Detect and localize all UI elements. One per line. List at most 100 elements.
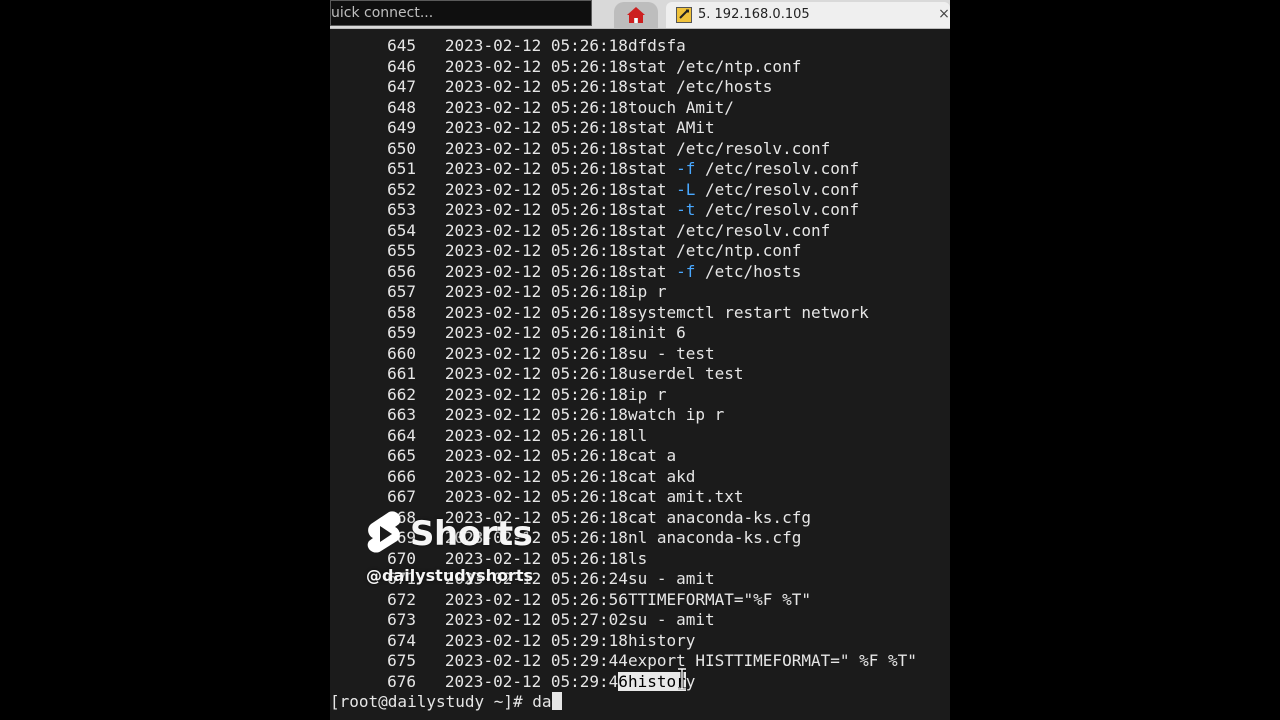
history-timestamp: 2023-02-12 05:26:18 <box>444 507 628 527</box>
history-number: 661 <box>387 364 416 383</box>
history-number: 652 <box>387 179 416 199</box>
history-command: stat /etc/ntp.conf <box>627 241 802 260</box>
terminal-output[interactable]: 645 2023-02-12 05:26:18dfdsfa 646 2023-02… <box>330 36 946 720</box>
history-timestamp: 2023-02-12 05:29:44 <box>444 651 628 670</box>
history-number: 675 <box>387 651 416 670</box>
history-timestamp: 2023-02-12 05:26:18 <box>444 446 628 465</box>
history-line: 654 2023-02-12 05:26:18stat /etc/resolv.… <box>336 221 946 242</box>
history-command: stat AMit <box>627 118 715 137</box>
history-line: 653 2023-02-12 05:26:18stat -t /etc/reso… <box>336 200 946 221</box>
history-command: cat anaconda-ks.cfg <box>627 507 811 527</box>
history-timestamp: 2023-02-12 05:26:18 <box>444 528 628 547</box>
history-timestamp: 2023-02-12 05:26:18 <box>444 302 628 322</box>
history-timestamp: 2023-02-12 05:26:24 <box>444 569 628 588</box>
quick-connect-input[interactable]: uick connect... <box>330 0 592 26</box>
history-number: 647 <box>387 77 416 96</box>
history-timestamp: 2023-02-12 05:26:18 <box>444 36 628 55</box>
command-option: -f <box>676 159 696 178</box>
history-timestamp: 2023-02-12 05:26:18 <box>444 97 628 117</box>
history-number: 657 <box>387 282 416 301</box>
history-number: 668 <box>387 507 416 527</box>
i-beam-cursor-icon <box>678 668 686 690</box>
history-line: 668 2023-02-12 05:26:18cat anaconda-ks.c… <box>336 508 946 529</box>
session-tab[interactable]: 5. 192.168.0.105 × <box>666 2 950 28</box>
history-command: stat <box>627 159 677 178</box>
home-icon <box>627 7 645 23</box>
history-command: systemctl restart network <box>627 302 869 322</box>
history-timestamp: 2023-02-12 05:26:18 <box>444 118 628 137</box>
history-command: cat akd <box>627 466 696 486</box>
history-timestamp: 2023-02-12 05:26:56 <box>444 589 628 609</box>
history-command: /etc/resolv.conf <box>695 200 860 219</box>
history-number: 648 <box>387 97 416 117</box>
history-line: 659 2023-02-12 05:26:18init 6 <box>336 323 946 344</box>
history-line: 661 2023-02-12 05:26:18userdel test <box>336 364 946 385</box>
history-command: nl anaconda-ks.cfg <box>627 528 802 547</box>
history-line: 665 2023-02-12 05:26:18cat a <box>336 446 946 467</box>
history-number: 653 <box>387 200 416 219</box>
history-line: 649 2023-02-12 05:26:18stat AMit <box>336 118 946 139</box>
history-command: ll <box>627 425 648 445</box>
history-command: ls <box>627 548 648 568</box>
history-line: 647 2023-02-12 05:26:18stat /etc/hosts <box>336 77 946 98</box>
history-number: 660 <box>387 343 416 363</box>
history-line: 673 2023-02-12 05:27:02su - amit <box>336 610 946 631</box>
history-command: ip r <box>627 384 667 404</box>
history-command: y <box>685 671 696 691</box>
history-command: history <box>627 630 696 650</box>
session-tab-title: 5. 192.168.0.105 <box>698 7 810 22</box>
history-timestamp: 2023-02-12 05:26:18 <box>444 405 628 424</box>
history-number: 649 <box>387 118 416 137</box>
history-number: 659 <box>387 323 416 342</box>
history-command: /etc/hosts <box>695 261 802 281</box>
history-line: 655 2023-02-12 05:26:18stat /etc/ntp.con… <box>336 241 946 262</box>
history-line: 666 2023-02-12 05:26:18cat akd <box>336 467 946 488</box>
history-command: export HISTTIMEFORMAT=" %F %T" <box>627 651 917 670</box>
history-command: dfdsfa <box>627 36 686 55</box>
history-number: 665 <box>387 446 416 465</box>
history-number: 645 <box>387 36 416 55</box>
history-command: TTIMEFORMAT="%F %T" <box>627 589 811 609</box>
history-number: 646 <box>387 56 416 76</box>
close-tab-icon[interactable]: × <box>938 4 950 24</box>
shell-prompt: [root@dailystudy ~]# <box>330 692 533 711</box>
history-line: 645 2023-02-12 05:26:18dfdsfa <box>336 36 946 57</box>
history-timestamp: 2023-02-12 05:26:18 <box>444 138 628 158</box>
history-timestamp: 2023-02-12 05:26:18 <box>444 384 628 404</box>
history-number: 676 <box>387 671 416 691</box>
home-tab[interactable] <box>614 2 658 28</box>
history-number: 664 <box>387 425 416 445</box>
history-line: 676 2023-02-12 05:29:46history <box>336 671 946 693</box>
history-timestamp: 2023-02-12 05:26:18 <box>444 241 628 260</box>
ssh-session-icon <box>676 7 692 23</box>
history-number: 658 <box>387 302 416 322</box>
history-number: 656 <box>387 261 416 281</box>
history-command: userdel test <box>627 364 744 383</box>
history-command: init 6 <box>627 323 686 342</box>
command-option: -f <box>676 261 696 281</box>
history-number: 674 <box>387 630 416 650</box>
history-command: stat /etc/hosts <box>627 77 773 96</box>
history-line: 671 2023-02-12 05:26:24su - amit <box>336 569 946 590</box>
history-timestamp: 2023-02-12 05:26:18 <box>444 77 628 96</box>
history-number: 669 <box>387 528 416 547</box>
history-command: ip r <box>627 282 667 301</box>
history-timestamp: 2023-02-12 05:26:18 <box>444 548 628 568</box>
history-timestamp: 2023-02-12 05:29:18 <box>444 630 628 650</box>
history-line: 657 2023-02-12 05:26:18ip r <box>336 282 946 303</box>
history-number: 667 <box>387 487 416 506</box>
history-timestamp: 2023-02-12 05:26:18 <box>444 466 628 486</box>
history-command: su - amit <box>627 569 715 588</box>
history-command: stat /etc/ntp.conf <box>627 56 802 76</box>
history-line: 675 2023-02-12 05:29:44export HISTTIMEFO… <box>336 651 946 672</box>
text-cursor <box>551 692 562 710</box>
history-line: 658 2023-02-12 05:26:18systemctl restart… <box>336 303 946 324</box>
command-input: da <box>532 692 552 711</box>
history-line: 652 2023-02-12 05:26:18stat -L /etc/reso… <box>336 180 946 201</box>
history-number: 654 <box>387 220 416 240</box>
history-command: stat <box>627 200 677 219</box>
history-command: su - test <box>627 343 715 363</box>
history-timestamp: 2023-02-12 05:26:18 <box>444 179 628 199</box>
prompt-line[interactable]: [root@dailystudy ~]# da <box>330 692 946 713</box>
history-timestamp: 2023-02-12 05:26:18 <box>444 56 628 76</box>
